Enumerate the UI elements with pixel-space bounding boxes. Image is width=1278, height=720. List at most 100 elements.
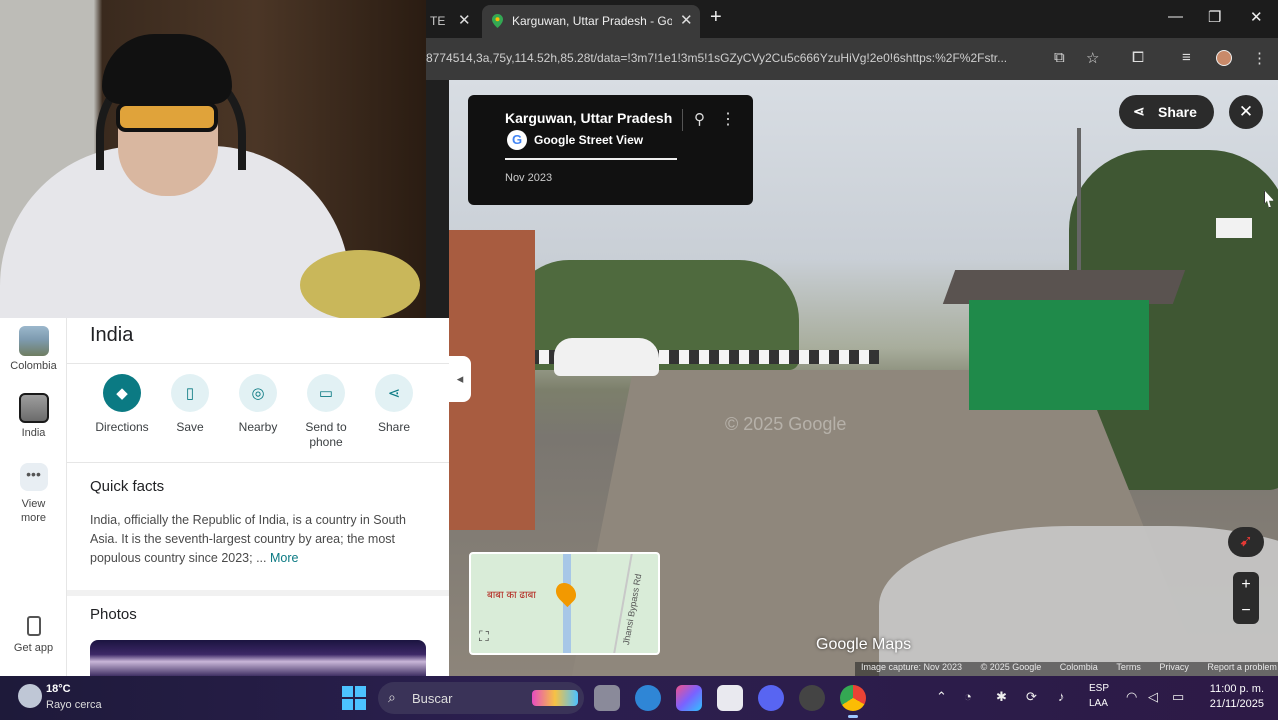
divider bbox=[67, 462, 449, 463]
browser-tabbar: TE ✕ Karguwan, Uttar Pradesh - Goo ✕ + —… bbox=[426, 0, 1278, 38]
bluetooth-icon[interactable]: ✱ bbox=[996, 689, 1007, 705]
google-maps-logo: Google Maps bbox=[816, 636, 912, 653]
restore-icon[interactable]: ❐ bbox=[1208, 8, 1221, 26]
rail-item-colombia[interactable]: Colombia bbox=[0, 326, 67, 372]
send-to-phone-button[interactable]: ▭ Send to phone bbox=[291, 374, 361, 450]
url-field[interactable]: 8774514,3a,75y,114.52h,85.28t/data=!3m7!… bbox=[426, 51, 1046, 65]
date-slider[interactable] bbox=[505, 158, 677, 160]
weather-temp[interactable]: 18°C bbox=[46, 683, 71, 695]
discord-icon[interactable] bbox=[758, 685, 784, 711]
more-dots-icon: ••• bbox=[19, 463, 48, 491]
nearby-icon: ◎ bbox=[239, 374, 277, 412]
location-pin-icon[interactable]: ⚲ bbox=[694, 110, 705, 128]
language-top[interactable]: ESP bbox=[1089, 683, 1109, 694]
clock-date[interactable]: 21/11/2025 bbox=[1200, 698, 1264, 710]
minimap[interactable]: बाबा का ढाबा Jhansi Bypass Rd ⛶ bbox=[469, 552, 660, 655]
edge-icon[interactable] bbox=[635, 685, 661, 711]
task-view-icon[interactable] bbox=[594, 685, 620, 711]
copilot-icon[interactable] bbox=[676, 685, 702, 711]
battery-icon[interactable]: ▭ bbox=[1172, 689, 1184, 705]
close-tab-icon[interactable]: ✕ bbox=[458, 11, 471, 29]
collapse-panel-button[interactable]: ◂ bbox=[449, 356, 471, 402]
watermark: © 2025 Google bbox=[725, 414, 847, 434]
sv-close-button[interactable]: ✕ bbox=[1229, 95, 1263, 129]
camera-car-hood bbox=[879, 526, 1278, 676]
close-tab-icon[interactable]: ✕ bbox=[680, 11, 693, 29]
white-car bbox=[554, 338, 659, 376]
volume-icon[interactable]: ◁ bbox=[1148, 689, 1158, 705]
expand-icon[interactable]: ⛶ bbox=[479, 628, 497, 646]
india-thumbnail bbox=[18, 393, 49, 423]
place-title: India bbox=[90, 324, 134, 346]
signboard bbox=[1216, 218, 1252, 238]
save-button[interactable]: ▯ Save bbox=[155, 374, 225, 434]
rail-item-india[interactable]: India bbox=[0, 393, 67, 439]
sync-icon[interactable]: ⟳ bbox=[1026, 689, 1037, 705]
taskbar-search[interactable]: ⌕ Buscar bbox=[378, 682, 584, 714]
bookmark-star-icon[interactable]: ☆ bbox=[1086, 49, 1099, 67]
person-cap bbox=[102, 34, 232, 104]
place-panel: India ◆ Directions ▯ Save ◎ Nearby ▭ Sen… bbox=[67, 318, 449, 676]
app-icon[interactable] bbox=[799, 685, 825, 711]
minimize-icon[interactable]: — bbox=[1168, 8, 1183, 25]
weather-desc[interactable]: Rayo cerca bbox=[46, 699, 102, 711]
quick-facts-more-link[interactable]: More bbox=[270, 551, 298, 565]
send-to-phone-icon: ▭ bbox=[307, 374, 345, 412]
microphone-icon[interactable]: ♪ bbox=[1058, 689, 1065, 704]
report-problem-link[interactable]: Report a problem bbox=[1207, 662, 1277, 672]
source-label: Google Street View bbox=[534, 133, 644, 147]
store-icon[interactable] bbox=[717, 685, 743, 711]
action-label: Share bbox=[377, 420, 411, 434]
new-tab-icon[interactable]: + bbox=[710, 6, 722, 29]
region-link[interactable]: Colombia bbox=[1060, 662, 1098, 672]
action-row: ◆ Directions ▯ Save ◎ Nearby ▭ Send to p… bbox=[67, 374, 449, 464]
more-options-icon[interactable]: ⋮ bbox=[720, 109, 736, 129]
extensions-icon[interactable]: ⧠ bbox=[1132, 49, 1144, 66]
window-close-icon[interactable]: ✕ bbox=[1250, 8, 1263, 26]
sv-share-button[interactable]: ⋖ Share bbox=[1119, 95, 1214, 129]
photo-thumbnail[interactable] bbox=[90, 640, 426, 676]
clock-time[interactable]: 11:00 p. m. bbox=[1200, 683, 1264, 695]
weather-icon[interactable] bbox=[18, 684, 42, 708]
windows-start-icon[interactable] bbox=[342, 686, 366, 710]
capture-date[interactable]: Nov 2023 bbox=[505, 172, 552, 184]
directions-button[interactable]: ◆ Directions bbox=[87, 374, 157, 434]
tab-active[interactable]: Karguwan, Uttar Pradesh - Goo ✕ bbox=[482, 5, 700, 38]
quick-facts-body: India, officially the Republic of India,… bbox=[90, 511, 420, 568]
photos-title: Photos bbox=[90, 606, 137, 623]
tab-previous-label: TE bbox=[430, 14, 446, 28]
tray-app-icon[interactable]: ◔ bbox=[964, 689, 972, 704]
zoom-out-button[interactable]: − bbox=[1233, 598, 1259, 624]
taskbar: 18°C Rayo cerca ⌕ Buscar ⌃ ◔ ✱ ⟳ ♪ ESP L… bbox=[0, 676, 1278, 720]
rail-item-view-more[interactable]: ••• View more bbox=[0, 463, 67, 525]
tray-chevron-icon[interactable]: ⌃ bbox=[936, 689, 947, 705]
quick-facts-title: Quick facts bbox=[90, 478, 165, 495]
share-icon: ⋖ bbox=[375, 374, 413, 412]
browser-menu-icon[interactable]: ⋮ bbox=[1252, 49, 1267, 67]
action-label: Nearby bbox=[238, 420, 278, 434]
rail-item-get-app[interactable]: Get app bbox=[0, 616, 67, 654]
media-icon[interactable]: ≡ bbox=[1182, 49, 1191, 66]
zoom-in-button[interactable]: + bbox=[1233, 572, 1259, 598]
chrome-icon[interactable] bbox=[840, 685, 866, 718]
pegman-pin-icon bbox=[551, 578, 581, 608]
colombia-thumbnail bbox=[18, 326, 49, 356]
privacy-link[interactable]: Privacy bbox=[1159, 662, 1189, 672]
green-shed bbox=[969, 300, 1149, 410]
wifi-icon[interactable]: ◠ bbox=[1126, 689, 1137, 705]
divider bbox=[682, 109, 683, 131]
tab-previous[interactable]: TE ✕ bbox=[426, 8, 478, 34]
search-highlight-art bbox=[532, 690, 578, 706]
compass-icon[interactable]: ➹ bbox=[1228, 527, 1264, 557]
share-button[interactable]: ⋖ Share bbox=[359, 374, 429, 434]
sunglasses bbox=[116, 102, 218, 132]
rail-item-label: View more bbox=[20, 498, 47, 524]
nearby-button[interactable]: ◎ Nearby bbox=[223, 374, 293, 434]
tab-active-label: Karguwan, Uttar Pradesh - Goo bbox=[512, 14, 672, 28]
terms-link[interactable]: Terms bbox=[1116, 662, 1141, 672]
image-capture-text: Image capture: Nov 2023 bbox=[861, 662, 963, 672]
language-bottom[interactable]: LAA bbox=[1089, 698, 1108, 709]
cast-icon[interactable]: ⧉ bbox=[1054, 49, 1065, 66]
profile-avatar[interactable] bbox=[1216, 50, 1232, 66]
webcam-overlay bbox=[0, 0, 426, 318]
